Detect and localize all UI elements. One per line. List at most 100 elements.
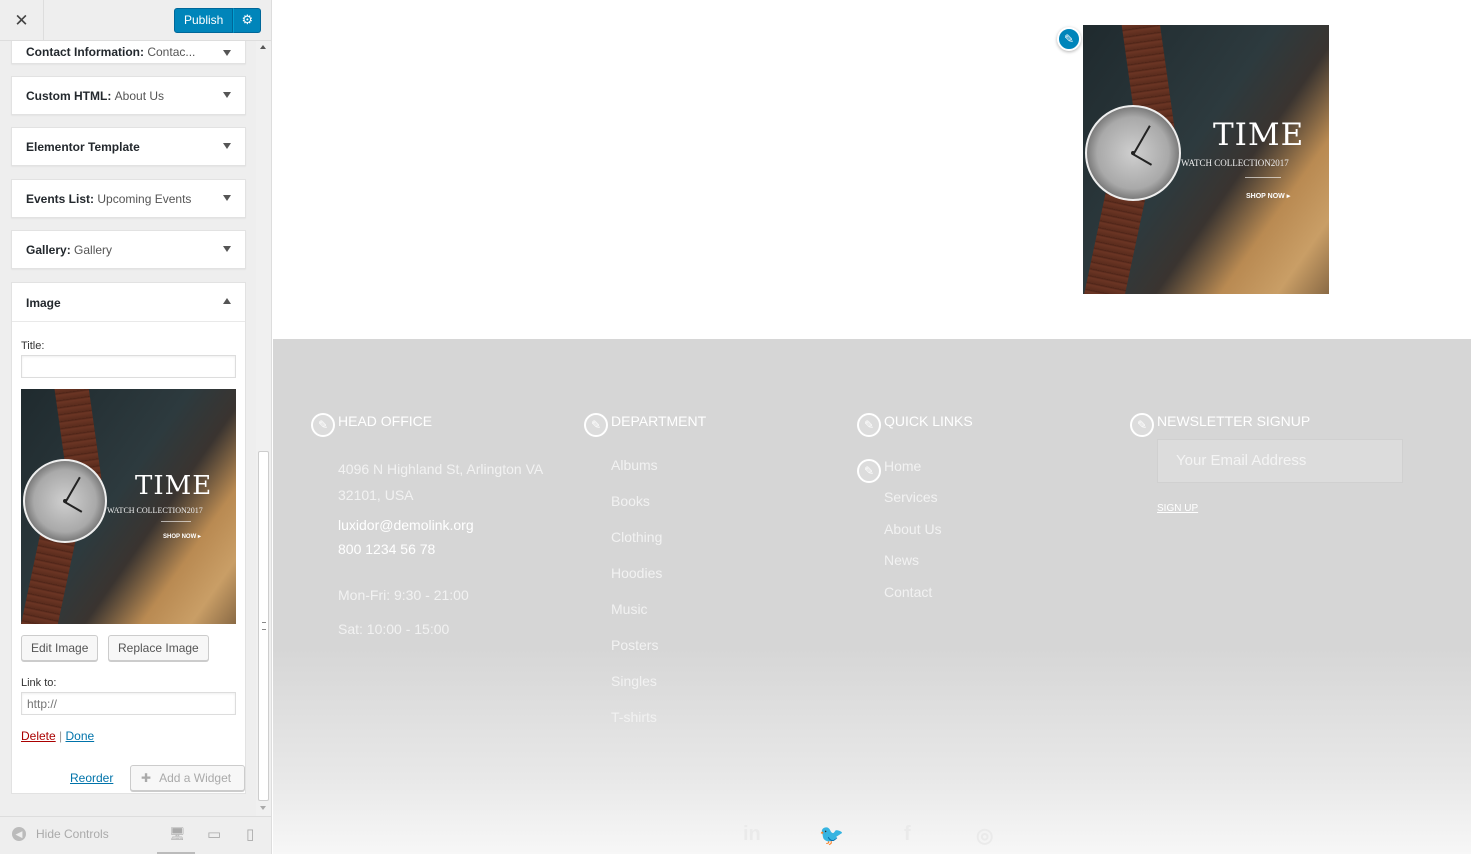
signup-button[interactable]: SIGN UP	[1157, 503, 1198, 514]
image-headline: TIME	[135, 471, 213, 501]
edit-shortcut-pencil-icon[interactable]: ✎	[1057, 27, 1081, 51]
site-preview: ✎ TIME WATCH COLLECTION2017 SHOP NOW ▸ ✎…	[273, 0, 1471, 854]
instagram-icon[interactable]: ◎	[976, 823, 993, 848]
department-link[interactable]: Albums	[611, 457, 658, 473]
done-link[interactable]: Done	[66, 729, 95, 743]
close-icon[interactable]: ✕	[0, 0, 44, 41]
edit-shortcut-pencil-icon[interactable]: ✎	[584, 413, 608, 437]
quick-link[interactable]: News	[884, 552, 919, 568]
newsletter-heading: NEWSLETTER SIGNUP	[1157, 413, 1311, 429]
gear-icon[interactable]: ⚙	[233, 8, 262, 33]
scroll-up-arrow-icon[interactable]	[260, 45, 266, 49]
customizer-header: ✕ Publish ⚙	[0, 0, 271, 41]
twitter-icon[interactable]: 🐦	[819, 823, 844, 848]
head-office-heading: HEAD OFFICE	[338, 413, 433, 429]
site-footer: ✎ HEAD OFFICE 4096 N Highland St, Arling…	[273, 339, 1471, 854]
widgets-panel: Contact Information: Contac... Custom HT…	[0, 41, 256, 816]
link-input[interactable]	[21, 692, 236, 715]
department-link[interactable]: T-shirts	[611, 709, 657, 725]
widget-events-list[interactable]: Events List: Upcoming Events	[11, 179, 246, 218]
widget-actions: Delete | Done	[21, 729, 94, 743]
widget-image-header[interactable]: Image	[12, 283, 245, 322]
scroll-thumb[interactable]	[258, 451, 269, 801]
collapse-icon: ◀	[12, 827, 26, 841]
image-cta: SHOP NOW ▸	[163, 534, 201, 540]
publish-button[interactable]: Publish	[174, 8, 234, 33]
department-link[interactable]: Clothing	[611, 529, 662, 545]
edit-image-button[interactable]: Edit Image	[21, 635, 99, 661]
widget-image: Image Title: TIME WATCH COLLECTION2017 S…	[11, 282, 246, 794]
facebook-icon[interactable]: f	[904, 823, 911, 846]
widget-custom-html[interactable]: Custom HTML: About Us	[11, 76, 246, 115]
linkedin-icon[interactable]: in	[743, 823, 761, 846]
sidebar-scrollbar[interactable]	[256, 41, 271, 816]
customizer-footer: ◀ Hide Controls 🖥 ▭ ▯	[0, 816, 271, 854]
chevron-down-icon[interactable]	[223, 246, 231, 252]
edit-shortcut-pencil-icon[interactable]: ✎	[311, 413, 335, 437]
publish-group: Publish ⚙	[174, 8, 262, 33]
add-widget-label: Add a Widget	[159, 771, 232, 785]
chevron-down-icon[interactable]	[223, 50, 231, 56]
quick-link[interactable]: Home	[884, 458, 921, 474]
widget-name: Custom HTML	[26, 89, 108, 103]
widget-elementor-template[interactable]: Elementor Template	[11, 127, 246, 166]
scroll-down-arrow-icon[interactable]	[260, 806, 266, 810]
quick-links-heading: QUICK LINKS	[884, 413, 973, 429]
department-heading: DEPARTMENT	[611, 413, 707, 429]
hide-controls-button[interactable]: ◀ Hide Controls	[12, 827, 109, 841]
plus-icon: ✚	[141, 771, 152, 785]
opening-hours: Mon-Fri: 9:30 - 21:00	[338, 587, 469, 603]
chevron-down-icon[interactable]	[223, 92, 231, 98]
department-link[interactable]: Hoodies	[611, 565, 662, 581]
title-label: Title:	[21, 340, 45, 352]
image-subline: WATCH COLLECTION2017	[107, 506, 203, 515]
watch-face	[23, 459, 107, 543]
widget-gallery[interactable]: Gallery: Gallery	[11, 230, 246, 269]
widget-subtitle: Gallery	[74, 243, 113, 257]
mobile-preview-icon[interactable]: ▯	[246, 825, 254, 843]
separator: |	[59, 729, 63, 743]
contact-email[interactable]: luxidor@demolink.org	[338, 517, 474, 533]
desktop-preview-icon[interactable]: 🖥	[169, 827, 186, 842]
widget-contact-information[interactable]: Contact Information: Contac...	[11, 41, 246, 64]
watch-face	[1085, 105, 1181, 201]
hide-controls-label: Hide Controls	[36, 827, 109, 841]
sidebar-image-widget[interactable]: TIME WATCH COLLECTION2017 SHOP NOW ▸	[1083, 25, 1329, 294]
widget-name: Gallery	[26, 243, 67, 257]
widget-subtitle: About Us	[114, 89, 165, 103]
delete-link[interactable]: Delete	[21, 729, 56, 743]
address-line: 32101, USA	[338, 487, 414, 503]
chevron-up-icon[interactable]	[223, 298, 231, 304]
widget-name: Image	[26, 296, 61, 310]
quick-link[interactable]: About Us	[884, 521, 942, 537]
replace-image-button[interactable]: Replace Image	[108, 635, 209, 661]
reorder-link[interactable]: Reorder	[70, 771, 113, 785]
department-link[interactable]: Music	[611, 601, 648, 617]
edit-shortcut-pencil-icon[interactable]: ✎	[857, 459, 881, 483]
newsletter-email-input[interactable]: Your Email Address	[1157, 439, 1403, 483]
chevron-down-icon[interactable]	[223, 143, 231, 149]
quick-link[interactable]: Contact	[884, 584, 932, 600]
customizer-sidebar: ✕ Publish ⚙ Contact Information: Contac.…	[0, 0, 272, 854]
add-widget-button[interactable]: ✚ Add a Widget	[130, 765, 245, 791]
department-link[interactable]: Singles	[611, 673, 657, 689]
image-subline: WATCH COLLECTION2017	[1181, 158, 1289, 168]
widget-image-preview[interactable]: TIME WATCH COLLECTION2017 SHOP NOW ▸	[21, 389, 236, 624]
title-input[interactable]	[21, 355, 236, 378]
department-link[interactable]: Posters	[611, 637, 658, 653]
quick-link[interactable]: Services	[884, 489, 938, 505]
opening-hours: Sat: 10:00 - 15:00	[338, 621, 450, 637]
widget-name: Events List	[26, 192, 91, 206]
department-link[interactable]: Books	[611, 493, 650, 509]
contact-phone: 800 1234 56 78	[338, 541, 436, 557]
edit-shortcut-pencil-icon[interactable]: ✎	[1130, 413, 1154, 437]
widget-name: Contact Information	[26, 45, 140, 59]
link-label: Link to:	[21, 677, 57, 689]
image-cta: SHOP NOW ▸	[1246, 193, 1291, 200]
edit-shortcut-pencil-icon[interactable]: ✎	[857, 413, 881, 437]
tablet-preview-icon[interactable]: ▭	[207, 825, 221, 843]
image-headline: TIME	[1213, 117, 1305, 153]
chevron-down-icon[interactable]	[223, 195, 231, 201]
widget-name: Elementor Template	[26, 140, 140, 154]
widget-subtitle: Contac...	[147, 45, 196, 59]
